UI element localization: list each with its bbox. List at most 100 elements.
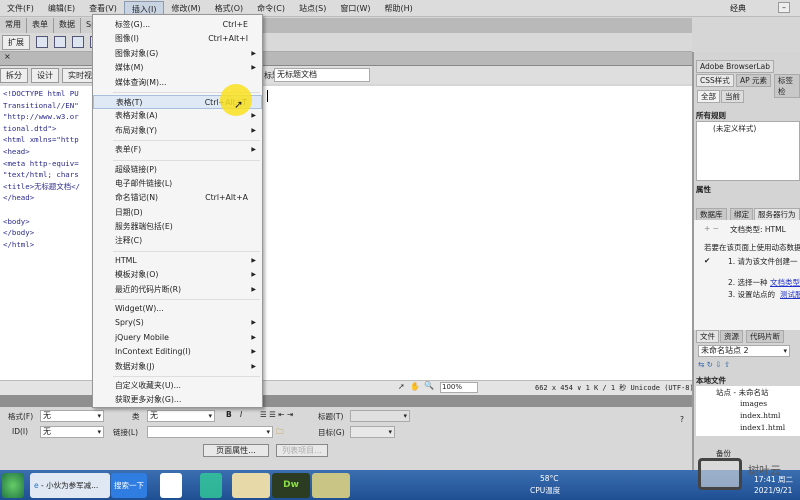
menu-0[interactable]: 文件(F) xyxy=(0,1,41,16)
menu-item[interactable]: 自定义收藏夹(U)... xyxy=(93,379,262,393)
bold-button[interactable]: B xyxy=(226,410,232,419)
menu-item[interactable]: 布局对象(Y) ▶ xyxy=(93,124,262,138)
workspace-switcher[interactable]: 经典 xyxy=(730,3,746,14)
page-properties-button[interactable]: 页面属性... xyxy=(203,444,269,457)
link-input[interactable] xyxy=(147,426,273,438)
table-icon[interactable] xyxy=(72,36,84,48)
menu-item-label: Spry(S) xyxy=(115,318,144,328)
image-icon[interactable] xyxy=(54,36,66,48)
design-view[interactable] xyxy=(262,86,692,380)
insert-tab[interactable]: 常用 xyxy=(0,18,27,33)
insert-menu: 标签(G)... Ctrl+E 图像(I) Ctrl+Alt+I 图像对象(G) ▶ 媒体(… xyxy=(92,14,263,408)
rules-list[interactable]: (未定义样式) xyxy=(696,121,800,181)
text-cursor xyxy=(267,90,268,102)
menu-item[interactable]: 数据对象(J) ▶ xyxy=(93,360,262,374)
close-tab-icon[interactable]: × xyxy=(0,52,11,61)
menu-item[interactable]: 电子邮件链接(L) xyxy=(93,177,262,191)
insert-tab[interactable]: 数据 xyxy=(54,18,81,33)
div-icon[interactable] xyxy=(36,36,48,48)
dreamweaver-icon[interactable]: Dw xyxy=(272,473,310,498)
menu-separator xyxy=(113,140,260,142)
format-select[interactable]: 无 xyxy=(40,410,104,422)
italic-button[interactable]: I xyxy=(240,410,242,419)
ie-task[interactable]: e - 小伙为参军减... xyxy=(30,473,110,498)
file-item[interactable]: index.html xyxy=(740,411,780,420)
menu-item[interactable]: jQuery Mobile ▶ xyxy=(93,331,262,345)
menu-item-label: 表格对象(A) xyxy=(115,111,158,121)
connect-icon[interactable]: ⇆ ↻ ⇩ ⇧ xyxy=(698,360,730,369)
menu-7[interactable]: 站点(S) xyxy=(292,1,333,16)
list-item-button[interactable]: 列表项目... xyxy=(276,444,328,457)
rule-item[interactable]: (未定义样式) xyxy=(713,123,756,134)
code-line: tional.dtd"> xyxy=(3,123,57,133)
menu-1[interactable]: 编辑(E) xyxy=(41,1,82,16)
menu-item-label: 图像对象(G) xyxy=(115,48,159,58)
file-item[interactable]: index1.html xyxy=(740,423,785,432)
menu-separator xyxy=(113,375,260,377)
hand-tool-icon[interactable]: ✋ xyxy=(410,382,420,391)
id-select[interactable]: 无 xyxy=(40,426,104,438)
menu-item[interactable]: 超级链接(P) xyxy=(93,163,262,177)
menu-item[interactable]: HTML ▶ xyxy=(93,254,262,268)
notes-icon[interactable] xyxy=(312,473,350,498)
all-mode-button[interactable]: 全部 xyxy=(697,90,720,103)
baidu-cloud-icon[interactable] xyxy=(160,473,182,498)
menu-item[interactable]: Widget(W)... xyxy=(93,302,262,316)
code-view[interactable]: <!DOCTYPE html PU Transitional//EN" "http:… xyxy=(0,86,94,380)
properties-panel: 格式(F) 无 ID(I) 无 类 无 链接(L) 🗀 B I ☰ ☰ ⇤ ⇥ … xyxy=(0,407,692,470)
menu-item-label: 媒体查询(M)... xyxy=(115,77,167,87)
menu-item[interactable]: 服务器端包括(E) xyxy=(93,220,262,234)
title-attr-input[interactable] xyxy=(350,410,410,422)
menu-item[interactable]: 最近的代码片断(R) ▶ xyxy=(93,283,262,297)
help-icon[interactable]: ? xyxy=(680,415,684,424)
minimize-button[interactable]: – xyxy=(778,2,790,13)
submenu-arrow-icon: ▶ xyxy=(251,49,256,57)
css-styles-tab[interactable]: CSS样式 xyxy=(696,74,734,87)
tag-inspector-tab[interactable]: 标签检 xyxy=(774,74,800,98)
expand-button[interactable]: 扩展 xyxy=(2,34,30,50)
menu-item[interactable]: 图像(I) Ctrl+Alt+I xyxy=(93,32,262,46)
current-mode-button[interactable]: 当前 xyxy=(721,90,744,103)
menu-item[interactable]: 图像对象(G) ▶ xyxy=(93,47,262,61)
cpu-temp-label: CPU温度 xyxy=(530,486,561,495)
menu-item[interactable]: 命名锚记(N) Ctrl+Alt+A xyxy=(93,191,262,205)
explorer-icon[interactable] xyxy=(232,473,270,498)
doc-type-link[interactable]: 文档类型 xyxy=(770,277,800,288)
insert-tab[interactable]: 表单 xyxy=(27,18,54,33)
menu-item[interactable]: 模板对象(O) ▶ xyxy=(93,268,262,282)
browserlab-tab[interactable]: Adobe BrowserLab xyxy=(696,60,775,73)
ap-elements-tab[interactable]: AP 元素 xyxy=(736,74,772,87)
test-server-link[interactable]: 测试服 xyxy=(780,289,800,300)
document-title-input[interactable]: 无标题文档 xyxy=(274,68,370,82)
video-player-icon[interactable] xyxy=(200,473,222,498)
menu-item[interactable]: 标签(G)... Ctrl+E xyxy=(93,18,262,32)
zoom-select[interactable]: 100% xyxy=(440,382,478,393)
menu-9[interactable]: 帮助(H) xyxy=(377,1,419,16)
select-tool-icon[interactable]: ➚ xyxy=(398,382,405,391)
menu-item[interactable]: 获取更多对象(G)... xyxy=(93,393,262,407)
snippets-tab[interactable]: 代码片断 xyxy=(746,330,784,343)
menu-item[interactable]: InContext Editing(I) ▶ xyxy=(93,345,262,359)
list-icons[interactable]: ☰ ☰ ⇤ ⇥ xyxy=(260,410,293,419)
class-select[interactable]: 无 xyxy=(147,410,215,422)
clock-date[interactable]: 2021/9/21 xyxy=(754,486,792,495)
menu-item[interactable]: 媒体(M) ▶ xyxy=(93,61,262,75)
menu-8[interactable]: 窗口(W) xyxy=(333,1,377,16)
menu-item[interactable]: 表单(F) ▶ xyxy=(93,143,262,157)
menu-item[interactable]: 日期(D) xyxy=(93,206,262,220)
start-button[interactable] xyxy=(2,473,24,498)
file-item[interactable]: images xyxy=(740,399,767,408)
browse-folder-icon[interactable]: 🗀 xyxy=(276,426,284,439)
menu-item[interactable]: 注释(C) xyxy=(93,234,262,248)
site-select[interactable]: 未命名站点 2 xyxy=(698,345,790,357)
files-tab[interactable]: 文件 xyxy=(696,330,719,343)
menu-item[interactable]: Spry(S) ▶ xyxy=(93,316,262,330)
design-view-button[interactable]: 设计 xyxy=(31,67,59,83)
target-select[interactable] xyxy=(350,426,395,438)
search-button[interactable]: 搜索一下 xyxy=(111,473,147,498)
site-root[interactable]: 站点 - 未命名站 xyxy=(716,387,768,398)
zoom-tool-icon[interactable]: 🔍 xyxy=(424,381,434,390)
assets-tab[interactable]: 资源 xyxy=(720,330,743,343)
add-remove-icons[interactable]: + − xyxy=(704,224,719,233)
split-view-button[interactable]: 拆分 xyxy=(0,67,28,83)
